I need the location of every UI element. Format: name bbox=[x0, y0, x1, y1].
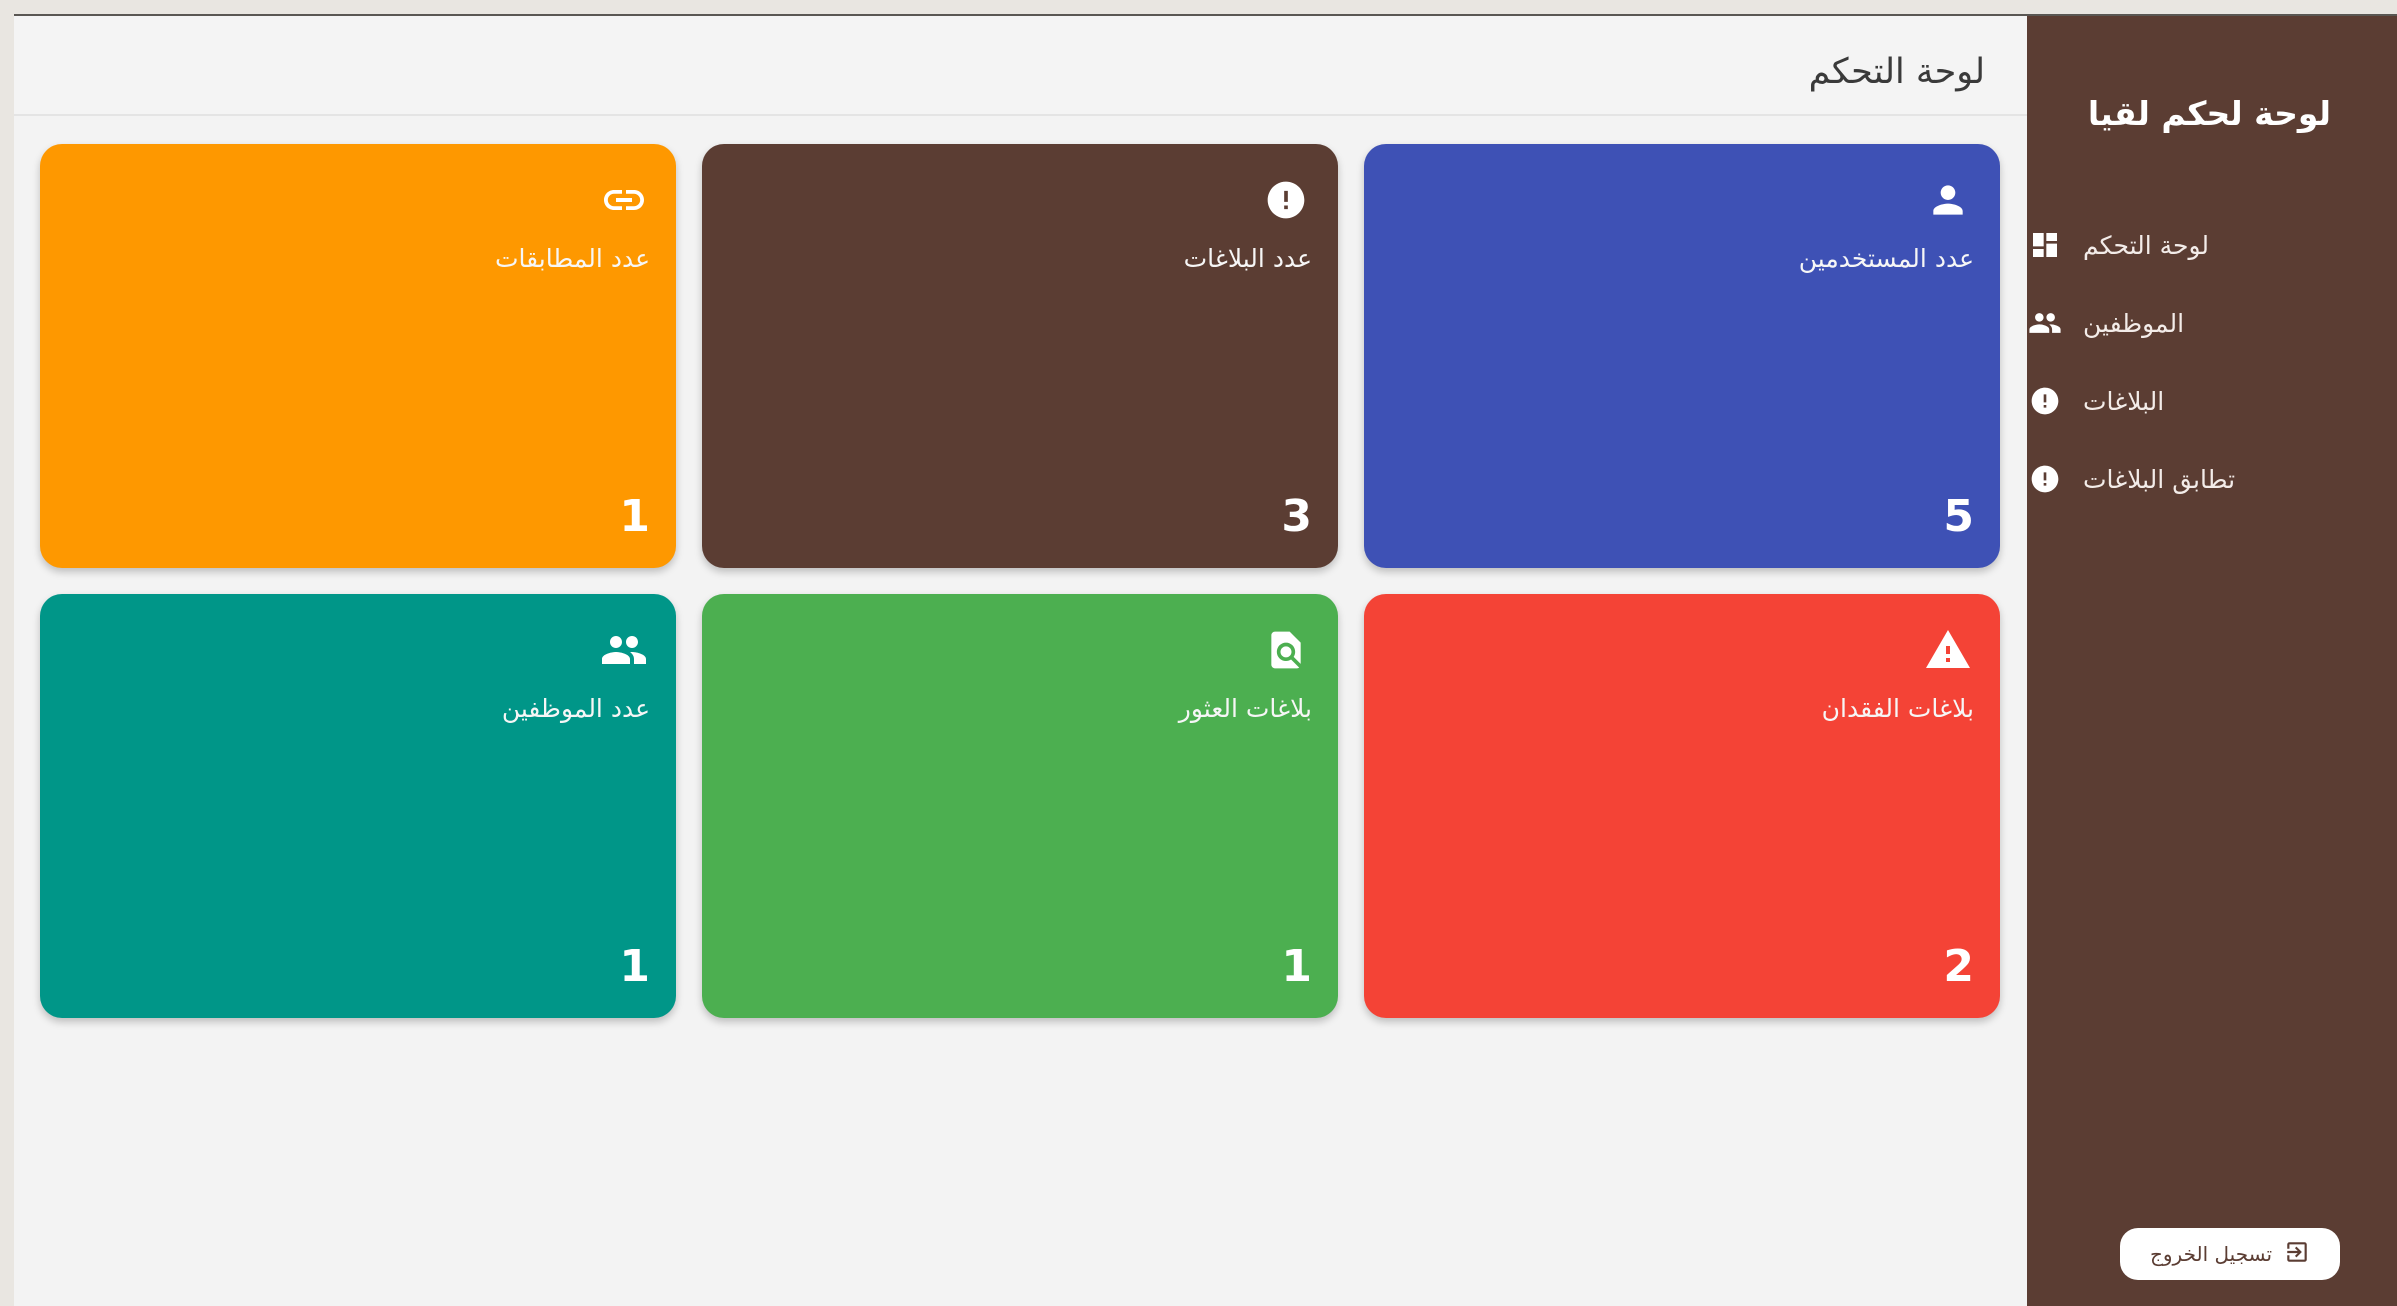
card-label: عدد المستخدمين bbox=[1798, 244, 1974, 273]
app-window: لوحة التحكم لوحة لحكم لقيا لوحة التحكم ا… bbox=[14, 14, 2397, 1306]
user-icon bbox=[1922, 174, 1974, 226]
stat-card-reports[interactable]: عدد البلاغات 3 bbox=[702, 144, 1338, 568]
sidebar-item-dashboard[interactable]: لوحة التحكم bbox=[2027, 206, 2397, 284]
card-value: 1 bbox=[1281, 941, 1312, 992]
card-label: عدد المطابقات bbox=[494, 244, 650, 273]
card-value: 1 bbox=[619, 941, 650, 992]
alert-circle-icon bbox=[2027, 383, 2063, 419]
sidebar-nav: لوحة التحكم الموظفين البلاغات تطابق البل… bbox=[2027, 206, 2397, 518]
card-label: بلاغات العثور bbox=[1178, 694, 1312, 723]
card-value: 1 bbox=[619, 491, 650, 542]
card-label: عدد الموظفين bbox=[501, 694, 650, 723]
logout-label: تسجيل الخروج bbox=[2149, 1242, 2273, 1266]
stat-card-employees[interactable]: عدد الموظفين 1 bbox=[40, 594, 676, 1018]
top-header: لوحة التحكم bbox=[14, 16, 2027, 116]
link-icon bbox=[598, 174, 650, 226]
page-title: لوحة التحكم bbox=[1808, 52, 1985, 92]
sidebar-brand: لوحة لحكم لقيا bbox=[2087, 94, 2331, 133]
card-value: 3 bbox=[1281, 491, 1312, 542]
people-icon bbox=[598, 624, 650, 676]
logout-icon bbox=[2284, 1239, 2310, 1270]
dashboard-icon bbox=[2027, 227, 2063, 263]
card-label: بلاغات الفقدان bbox=[1821, 694, 1974, 723]
document-search-icon bbox=[1260, 624, 1312, 676]
warning-icon bbox=[1922, 624, 1974, 676]
stat-card-users[interactable]: عدد المستخدمين 5 bbox=[1364, 144, 2000, 568]
sidebar-item-label: لوحة التحكم bbox=[2083, 230, 2210, 260]
card-label: عدد البلاغات bbox=[1183, 244, 1312, 273]
alert-circle-icon bbox=[2027, 461, 2063, 497]
sidebar-item-label: تطابق البلاغات bbox=[2083, 464, 2236, 494]
sidebar-item-report-matching[interactable]: تطابق البلاغات bbox=[2027, 440, 2397, 518]
sidebar-item-employees[interactable]: الموظفين bbox=[2027, 284, 2397, 362]
card-value: 2 bbox=[1943, 941, 1974, 992]
alert-circle-icon bbox=[1260, 174, 1312, 226]
stat-card-lost-reports[interactable]: بلاغات الفقدان 2 bbox=[1364, 594, 2000, 1018]
logout-button[interactable]: تسجيل الخروج bbox=[2120, 1228, 2340, 1280]
stat-card-matches[interactable]: عدد المطابقات 1 bbox=[40, 144, 676, 568]
sidebar-item-label: البلاغات bbox=[2083, 386, 2165, 416]
people-icon bbox=[2027, 305, 2063, 341]
sidebar-item-reports[interactable]: البلاغات bbox=[2027, 362, 2397, 440]
sidebar: لوحة لحكم لقيا لوحة التحكم الموظفين البل… bbox=[2027, 16, 2397, 1306]
sidebar-item-label: الموظفين bbox=[2083, 308, 2185, 338]
stat-card-found-reports[interactable]: بلاغات العثور 1 bbox=[702, 594, 1338, 1018]
card-value: 5 bbox=[1943, 491, 1974, 542]
